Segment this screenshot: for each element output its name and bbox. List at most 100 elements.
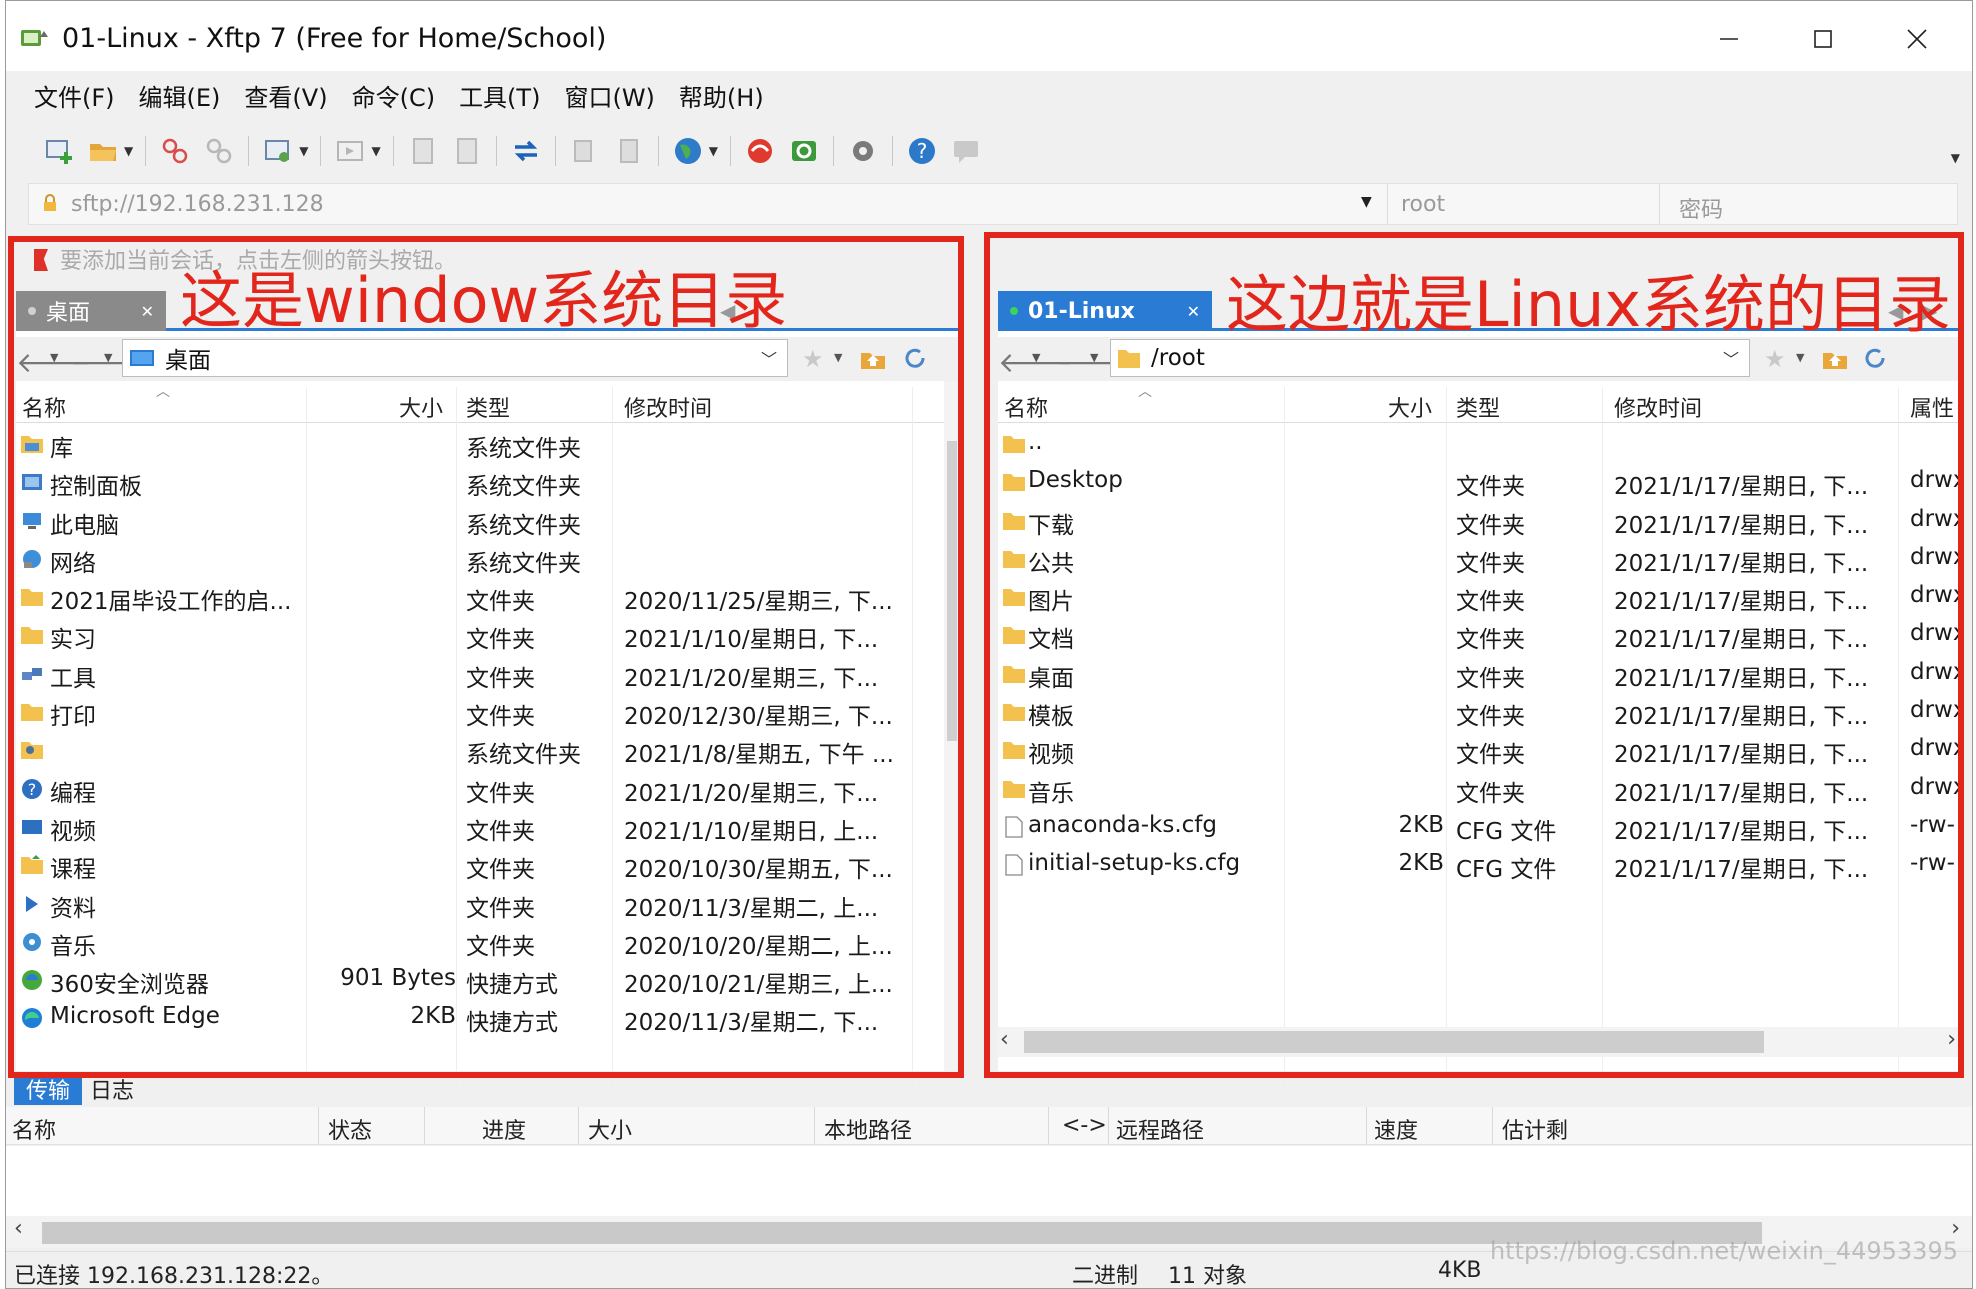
encoding-button[interactable] <box>671 134 705 168</box>
toolbar-separator <box>729 136 731 166</box>
menu-file[interactable]: 文件(F) <box>34 78 115 113</box>
menu-edit[interactable]: 编辑(E) <box>139 78 221 113</box>
open-session-dropdown-icon[interactable]: ▼ <box>124 144 133 158</box>
transfer-mode[interactable]: 二进制 <box>1072 1258 1138 1289</box>
col-local-path[interactable]: 本地路径 <box>824 1113 912 1145</box>
chat-icon <box>953 141 978 163</box>
toolbar-separator <box>392 136 394 166</box>
upload-icon <box>412 138 433 164</box>
menu-bar: 文件(F) 编辑(E) 查看(V) 命令(C) 工具(T) 窗口(W) 帮助(H… <box>6 73 1972 117</box>
xshell-button[interactable] <box>743 134 777 168</box>
toolbar-separator <box>495 136 497 166</box>
annotation-right-text: 这边就是Linux系统的目录 <box>1226 268 1952 341</box>
upload-button[interactable] <box>406 134 440 168</box>
column-divider[interactable] <box>424 1107 425 1145</box>
watermark-text: https://blog.csdn.net/weixin_44953395 <box>1489 1237 1958 1265</box>
download-icon <box>456 138 477 164</box>
view-button[interactable] <box>333 134 367 168</box>
paste-button[interactable] <box>612 134 646 168</box>
disconnect-icon <box>206 138 232 164</box>
open-session-button[interactable] <box>86 134 120 168</box>
col-remote-path[interactable]: 远程路径 <box>1116 1113 1204 1145</box>
address-bar: sftp://192.168.231.128 ▼ root 密码 <box>28 183 1958 225</box>
title-bar: 01-Linux - Xftp 7 (Free for Home/School) <box>6 1 1972 71</box>
connect-button[interactable] <box>158 134 192 168</box>
col-transfer-name[interactable]: 名称 <box>12 1113 56 1145</box>
address-separator <box>1387 184 1388 224</box>
col-transfer-size[interactable]: 大小 <box>588 1113 632 1145</box>
toolbar-separator <box>891 136 893 166</box>
close-icon <box>1907 29 1927 49</box>
toolbar-overflow-icon[interactable]: ▼ <box>1951 151 1960 165</box>
xftp-button[interactable] <box>787 134 821 168</box>
xftp-icon <box>791 141 816 161</box>
new-session-icon <box>46 140 72 164</box>
column-divider[interactable] <box>1366 1107 1367 1145</box>
svg-text:?: ? <box>917 139 928 163</box>
column-divider[interactable] <box>1108 1107 1109 1145</box>
annotation-box-left <box>8 236 964 1078</box>
window-settings-icon <box>265 140 290 162</box>
scroll-left-icon[interactable]: ‹ <box>14 1216 23 1241</box>
host-input[interactable]: sftp://192.168.231.128 <box>71 192 324 217</box>
window-title: 01-Linux - Xftp 7 (Free for Home/School) <box>62 23 607 54</box>
transfer-column-header: 名称 状态 进度 大小 本地路径 <-> 远程路径 速度 估计剩 <box>6 1107 1972 1145</box>
minimize-button[interactable] <box>1694 13 1764 65</box>
copy-icon <box>573 140 592 162</box>
col-progress[interactable]: 进度 <box>482 1113 526 1145</box>
close-window-button[interactable] <box>1882 13 1952 65</box>
password-input[interactable]: 密码 <box>1679 192 1723 224</box>
transfer-arrows-icon <box>514 140 537 162</box>
toolbar-separator <box>832 136 834 166</box>
encoding-dropdown-icon[interactable]: ▼ <box>709 144 718 158</box>
col-speed[interactable]: 速度 <box>1374 1113 1418 1145</box>
col-eta[interactable]: 估计剩 <box>1502 1113 1568 1145</box>
column-divider[interactable] <box>1492 1107 1493 1145</box>
session-settings-dropdown-icon[interactable]: ▼ <box>299 144 308 158</box>
object-count: 11 对象 <box>1168 1264 1247 1289</box>
xftp-app-icon <box>21 30 48 46</box>
chat-button[interactable] <box>949 134 983 168</box>
menu-tools[interactable]: 工具(T) <box>459 78 540 113</box>
lock-icon <box>44 194 56 211</box>
connect-icon <box>162 138 188 164</box>
toolbar: ▼ ▼ ▼ ▼ ? ▼ <box>6 123 1972 179</box>
col-direction[interactable]: <-> <box>1062 1113 1107 1138</box>
view-dropdown-icon[interactable]: ▼ <box>371 144 380 158</box>
annotation-box-right <box>984 232 1964 1078</box>
copy-button[interactable] <box>568 134 602 168</box>
menu-view[interactable]: 查看(V) <box>244 78 327 113</box>
menu-help[interactable]: 帮助(H) <box>679 78 764 113</box>
session-settings-button[interactable] <box>261 134 295 168</box>
toolbar-separator <box>320 136 322 166</box>
total-size: 4KB <box>1438 1258 1482 1283</box>
connection-status: 已连接 192.168.231.128:22。 <box>14 1264 334 1289</box>
paste-icon <box>619 139 638 163</box>
help-button[interactable]: ? <box>905 134 939 168</box>
address-separator <box>1659 184 1660 224</box>
host-dropdown-icon[interactable]: ▼ <box>1361 194 1372 210</box>
column-divider[interactable] <box>814 1107 815 1145</box>
column-divider[interactable] <box>578 1107 579 1145</box>
download-button[interactable] <box>450 134 484 168</box>
folder-open-icon <box>90 144 116 161</box>
maximize-icon <box>1814 30 1832 48</box>
transfer-list <box>6 1146 1972 1216</box>
toolbar-separator <box>554 136 556 166</box>
username-input[interactable]: root <box>1401 192 1445 217</box>
menu-window[interactable]: 窗口(W) <box>564 78 654 113</box>
new-session-button[interactable] <box>42 134 76 168</box>
column-divider[interactable] <box>1048 1107 1049 1145</box>
toolbar-separator <box>248 136 250 166</box>
maximize-button[interactable] <box>1788 13 1858 65</box>
column-divider[interactable] <box>318 1107 319 1145</box>
view-icon <box>337 141 364 161</box>
col-status[interactable]: 状态 <box>328 1113 372 1145</box>
annotation-left-text: 这是window系统目录 <box>180 264 788 337</box>
menu-command[interactable]: 命令(C) <box>352 78 435 113</box>
sync-button[interactable] <box>509 134 543 168</box>
minimize-icon <box>1720 38 1738 40</box>
disconnect-button[interactable] <box>202 134 236 168</box>
toolbar-separator <box>145 136 147 166</box>
options-button[interactable] <box>846 134 880 168</box>
